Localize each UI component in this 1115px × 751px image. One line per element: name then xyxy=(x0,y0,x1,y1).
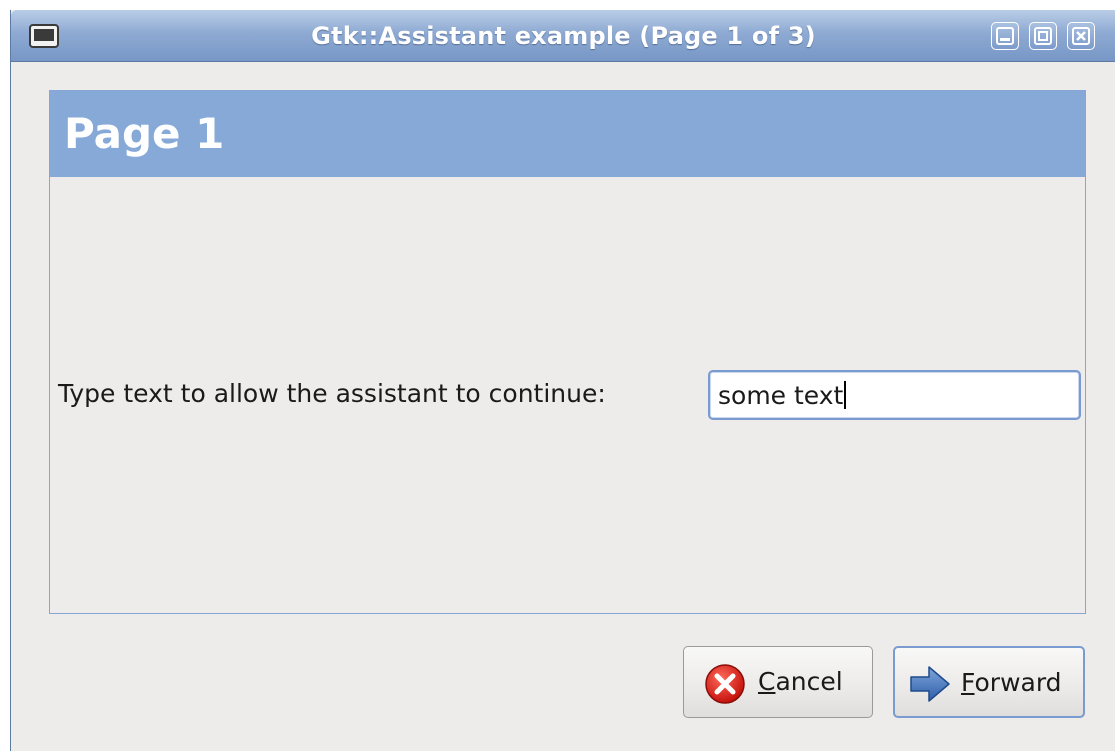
maximize-button[interactable] xyxy=(1029,22,1057,50)
cancel-button[interactable]: Cancel xyxy=(683,646,873,718)
text-entry[interactable]: some text xyxy=(708,370,1081,420)
prompt-label: Type text to allow the assistant to cont… xyxy=(58,379,606,408)
cancel-icon xyxy=(704,663,746,709)
title-bar[interactable]: Gtk::Assistant example (Page 1 of 3) xyxy=(11,10,1115,62)
cancel-button-label: Cancel xyxy=(758,667,843,696)
assistant-window: Gtk::Assistant example (Page 1 of 3) Pag… xyxy=(10,10,1115,751)
page-header: Page 1 xyxy=(50,91,1085,177)
forward-button-label: Forward xyxy=(961,668,1062,697)
text-cursor xyxy=(844,381,847,409)
window-title: Gtk::Assistant example (Page 1 of 3) xyxy=(311,22,816,50)
forward-arrow-icon xyxy=(909,664,951,708)
text-entry-value[interactable]: some text xyxy=(718,381,847,410)
minimize-button[interactable] xyxy=(991,22,1019,50)
close-button[interactable] xyxy=(1067,22,1095,50)
forward-button[interactable]: Forward xyxy=(893,646,1085,718)
assistant-page: Page 1 Type text to allow the assistant … xyxy=(49,90,1086,614)
page-title: Page 1 xyxy=(64,109,225,158)
